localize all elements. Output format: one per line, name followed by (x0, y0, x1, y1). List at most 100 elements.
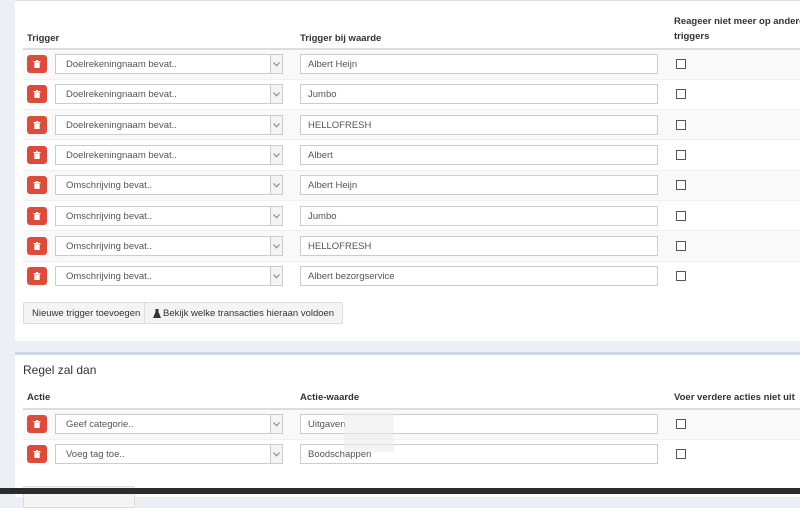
select-arrow[interactable] (270, 85, 282, 104)
delete-button[interactable] (27, 115, 47, 134)
actions-value-text: Uitgaven (308, 419, 346, 431)
triggers-value-input[interactable]: Jumbo (300, 205, 658, 226)
trash-icon (33, 450, 41, 459)
select-arrow[interactable] (270, 236, 282, 255)
delete-button[interactable] (27, 415, 47, 434)
stop-checkbox[interactable] (676, 210, 686, 221)
trash-icon (33, 151, 41, 160)
trash-icon (33, 241, 41, 250)
triggers-value-text: HELLOFRESH (308, 119, 372, 131)
stop-checkbox[interactable] (676, 449, 686, 460)
triggers-value-input[interactable]: Jumbo (300, 84, 658, 105)
col-action-value-header: Actie-waarde (296, 391, 670, 410)
delete-button[interactable] (27, 236, 47, 255)
actions-type-select[interactable]: Voeg tag toe.. (55, 444, 283, 465)
triggers-table: Trigger Trigger bij waarde Reageer niet … (23, 13, 800, 292)
taskbar (0, 488, 800, 494)
delete-button[interactable] (27, 206, 47, 225)
triggers-value-input[interactable]: Albert Heijn (300, 54, 658, 75)
triggers-row: Omschrijving bevat.. Jumbo (23, 199, 800, 231)
stop-checkbox[interactable] (676, 59, 686, 70)
triggers-type-select[interactable]: Omschrijving bevat.. (55, 205, 283, 226)
stop-checkbox[interactable] (676, 271, 686, 282)
chevron-down-icon (273, 92, 280, 98)
triggers-type-value: Doelrekeningnaam bevat.. (66, 119, 177, 131)
select-arrow[interactable] (270, 206, 282, 225)
triggers-type-value: Omschrijving bevat.. (66, 180, 153, 192)
triggers-row: Doelrekeningnaam bevat.. Jumbo (23, 78, 800, 110)
triggers-value-input[interactable]: Albert bezorgservice (300, 266, 658, 287)
actions-panel: Regel zal dan Actie Actie-waarde Voer ve… (15, 352, 800, 508)
triggers-type-value: Doelrekeningnaam bevat.. (66, 150, 177, 162)
delete-button[interactable] (27, 55, 47, 74)
triggers-type-value: Omschrijving bevat.. (66, 271, 153, 283)
trash-icon (33, 272, 41, 281)
delete-button[interactable] (27, 176, 47, 195)
actions-row: Voeg tag toe.. Boodschappen (23, 438, 800, 469)
add-trigger-button[interactable]: Nieuwe trigger toevoegen (23, 302, 150, 324)
stop-checkbox[interactable] (676, 240, 686, 251)
trash-icon (33, 420, 41, 429)
stop-checkbox[interactable] (676, 419, 686, 430)
triggers-value-input[interactable]: HELLOFRESH (300, 114, 658, 135)
triggers-type-value: Doelrekeningnaam bevat.. (66, 89, 177, 101)
triggers-value-text: Albert bezorgservice (308, 271, 395, 283)
triggers-value-input[interactable]: Albert (300, 145, 658, 166)
stop-checkbox[interactable] (676, 150, 686, 161)
stop-checkbox[interactable] (676, 180, 686, 191)
stop-checkbox[interactable] (676, 119, 686, 130)
col-stop-actions-header: Voer verdere acties niet uit (670, 391, 800, 410)
drag-ghost (344, 412, 394, 452)
triggers-value-text: Albert Heijn (308, 180, 358, 192)
triggers-value-text: HELLOFRESH (308, 240, 372, 252)
stop-checkbox[interactable] (676, 89, 686, 100)
delete-button[interactable] (27, 267, 47, 286)
select-arrow[interactable] (270, 55, 282, 74)
trash-icon (33, 211, 41, 220)
chevron-down-icon (273, 62, 280, 68)
select-arrow[interactable] (270, 415, 282, 434)
triggers-type-select[interactable]: Omschrijving bevat.. (55, 266, 283, 287)
triggers-type-select[interactable]: Doelrekeningnaam bevat.. (55, 84, 283, 105)
chevron-down-icon (273, 122, 280, 128)
chevron-down-icon (273, 274, 280, 280)
triggers-value-text: Albert Heijn (308, 59, 358, 71)
triggers-type-value: Doelrekeningnaam bevat.. (66, 59, 177, 71)
chevron-down-icon (273, 213, 280, 219)
test-trigger-button[interactable]: Bekijk welke transacties hieraan voldoen (144, 302, 344, 324)
triggers-type-select[interactable]: Omschrijving bevat.. (55, 175, 283, 196)
triggers-type-select[interactable]: Doelrekeningnaam bevat.. (55, 145, 283, 166)
flask-icon (153, 309, 161, 318)
triggers-type-value: Omschrijving bevat.. (66, 240, 153, 252)
triggers-type-select[interactable]: Doelrekeningnaam bevat.. (55, 114, 283, 135)
col-stop-triggers-header: Reageer niet meer op andere triggers (670, 13, 800, 50)
chevron-down-icon (273, 244, 280, 249)
chevron-down-icon (273, 153, 280, 158)
select-arrow[interactable] (270, 445, 282, 464)
triggers-type-select[interactable]: Doelrekeningnaam bevat.. (55, 54, 283, 75)
delete-button[interactable] (27, 85, 47, 104)
triggers-value-input[interactable]: HELLOFRESH (300, 235, 658, 256)
test-trigger-label: Bekijk welke transacties hieraan voldoen (163, 308, 335, 319)
delete-button[interactable] (27, 146, 47, 165)
triggers-row: Omschrijving bevat.. HELLOFRESH (23, 230, 800, 262)
triggers-row: Omschrijving bevat.. Albert Heijn (23, 169, 800, 201)
actions-type-select[interactable]: Geef categorie.. (55, 414, 283, 435)
actions-heading: Regel zal dan (23, 363, 97, 377)
triggers-value-text: Jumbo (308, 89, 337, 101)
triggers-row: Doelrekeningnaam bevat.. Albert (23, 139, 800, 171)
select-arrow[interactable] (270, 267, 282, 286)
triggers-type-value: Omschrijving bevat.. (66, 210, 153, 222)
triggers-row: Omschrijving bevat.. Albert bezorgservice (23, 260, 800, 292)
actions-row: Geef categorie.. Uitgaven (23, 408, 800, 439)
select-arrow[interactable] (270, 115, 282, 134)
chevron-down-icon (273, 452, 280, 457)
triggers-row: Doelrekeningnaam bevat.. HELLOFRESH (23, 109, 800, 140)
triggers-type-select[interactable]: Omschrijving bevat.. (55, 235, 283, 256)
triggers-value-input[interactable]: Albert Heijn (300, 175, 658, 196)
delete-button[interactable] (27, 445, 47, 464)
select-arrow[interactable] (270, 176, 282, 195)
trash-icon (33, 120, 41, 129)
select-arrow[interactable] (270, 146, 282, 165)
triggers-value-text: Albert (308, 150, 333, 162)
